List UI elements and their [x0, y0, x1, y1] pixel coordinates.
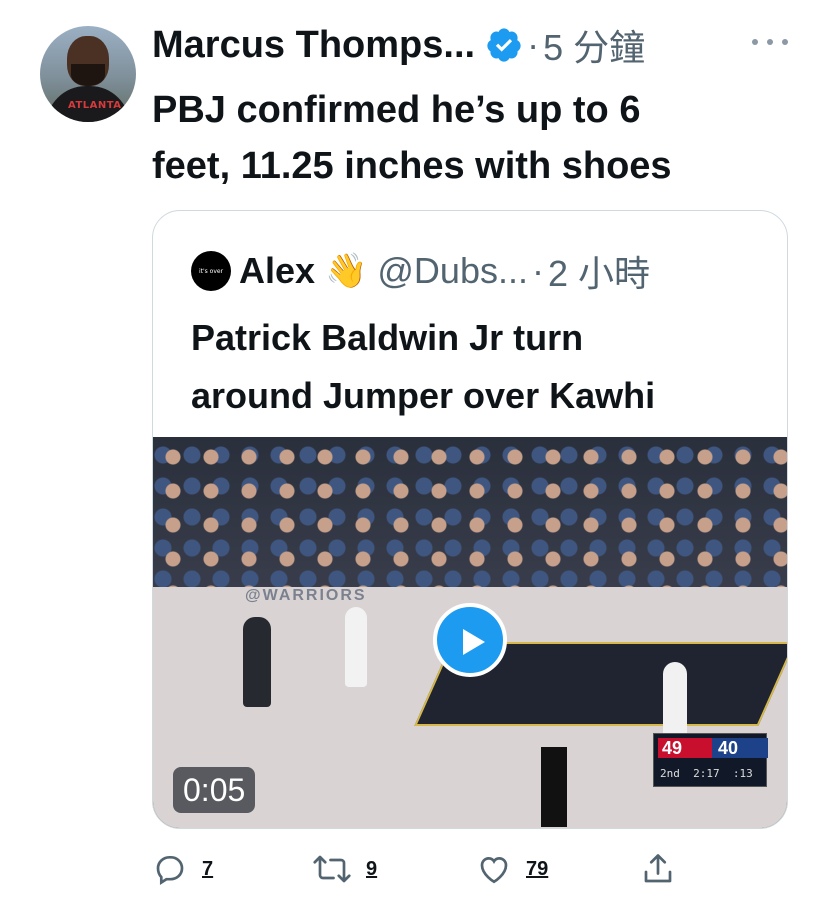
video-player-figure: [663, 662, 687, 742]
video-crowd: [153, 437, 787, 607]
quoted-author-avatar[interactable]: it's over: [191, 251, 231, 291]
video-referee-figure: [541, 747, 567, 827]
reply-count: 7: [202, 857, 214, 880]
video-player-figure: [243, 617, 271, 707]
tweet-text: PBJ confirmed he’s up to 6 feet, 11.25 i…: [152, 82, 792, 194]
quoted-author-handle: @Dubs...: [377, 250, 528, 291]
avatar-beard: [71, 64, 105, 86]
share-button[interactable]: [640, 846, 676, 892]
retweet-count: 9: [366, 857, 378, 880]
quarter: 2nd: [660, 767, 680, 780]
retweet-button[interactable]: 9: [312, 846, 377, 892]
waving-hand-emoji: 👋: [325, 252, 368, 290]
video-duration: 0:05: [173, 767, 256, 813]
tweet-time[interactable]: 5 分鐘: [543, 19, 645, 71]
like-icon: [480, 856, 508, 884]
avatar-shirt-text: ATLANTA: [68, 100, 122, 111]
quoted-tweet-text: Patrick Baldwin Jr turn around Jumper ov…: [191, 309, 761, 425]
score-left: 49: [658, 738, 714, 758]
game-clock: 2nd 2:17 :13: [660, 767, 753, 780]
reply-button[interactable]: 7: [152, 846, 213, 892]
score-right: 40: [712, 738, 768, 758]
quoted-text-line: around Jumper over Kawhi: [191, 375, 656, 416]
court-text: @WARRIORS: [245, 587, 367, 604]
clock: 2:17: [693, 767, 720, 780]
quoted-text-line: Patrick Baldwin Jr turn: [191, 317, 584, 358]
play-button[interactable]: [433, 603, 507, 677]
retweet-icon: [313, 855, 351, 883]
play-icon: [463, 629, 485, 655]
video-player[interactable]: @WARRIORS 49 40 2nd 2:17 :13 0:05: [153, 437, 787, 828]
like-button[interactable]: 79: [476, 846, 548, 892]
tweet-text-line: feet, 11.25 inches with shoes: [152, 145, 672, 187]
tweet-text-line: PBJ confirmed he’s up to 6: [152, 89, 641, 131]
author-name[interactable]: Marcus Thomps...: [152, 24, 475, 67]
verified-badge-icon: [487, 28, 521, 62]
shot-clock: :13: [732, 767, 753, 780]
like-count: 79: [526, 857, 549, 880]
quoted-header-separator: ·: [531, 250, 544, 291]
quoted-tweet-card[interactable]: it's over Alex 👋 @Dubs... · 2 小時 Patrick…: [152, 210, 788, 829]
reply-icon: [156, 855, 184, 885]
quoted-tweet-time: 2 小時: [547, 253, 651, 294]
author-avatar[interactable]: ATLANTA: [40, 26, 136, 122]
tweet-actions: 7 9 79: [152, 846, 692, 892]
quoted-tweet-header: it's over Alex 👋 @Dubs... · 2 小時: [191, 250, 650, 294]
more-icon[interactable]: [752, 30, 788, 54]
video-player-figure: [345, 607, 367, 687]
share-icon: [644, 854, 672, 883]
header-separator: ·: [527, 24, 540, 65]
tweet-header: Marcus Thomps... · 5 分鐘: [152, 19, 645, 71]
quoted-author-name: Alex: [239, 250, 316, 291]
scoreboard: 49 40 2nd 2:17 :13: [653, 733, 768, 787]
